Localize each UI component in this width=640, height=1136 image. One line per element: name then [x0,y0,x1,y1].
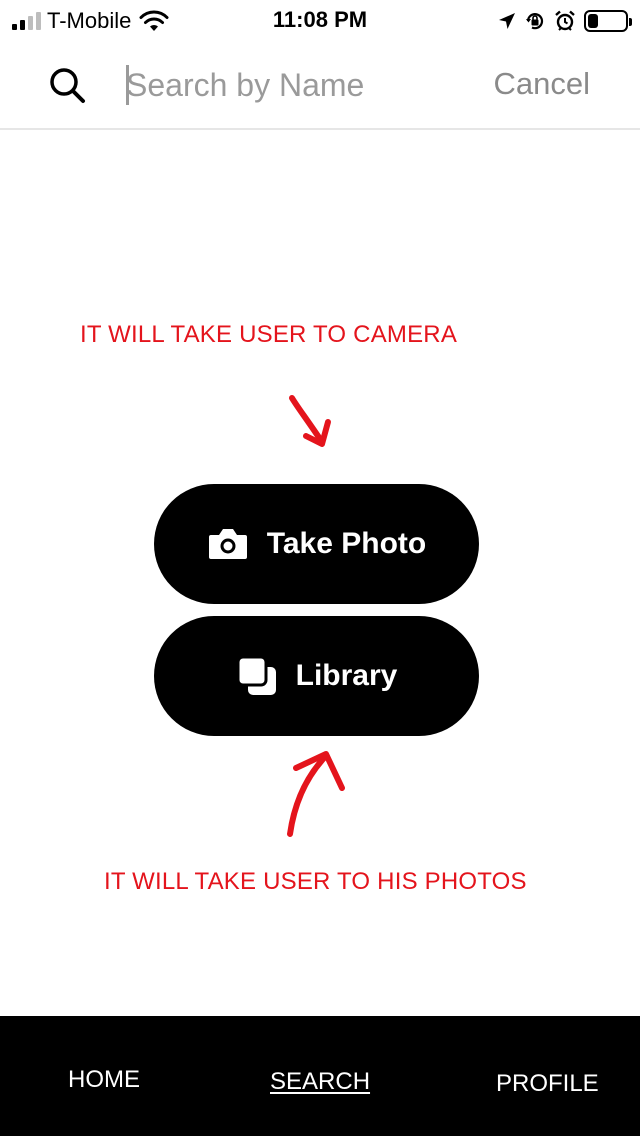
photo-search-screen: T-Mobile 11:08 PM Search by Name Cancel … [0,0,640,1136]
cancel-button[interactable]: Cancel [494,66,591,102]
tab-home[interactable]: HOME [68,1066,140,1094]
library-icon [236,655,276,695]
take-photo-button[interactable]: Take Photo [154,484,479,604]
up-arrow-annotation [287,751,345,837]
library-label: Library [295,659,398,692]
status-right [498,8,632,34]
tab-search[interactable]: SEARCH [270,1068,370,1096]
tab-profile[interactable]: PROFILE [496,1070,599,1098]
photos-annotation: IT WILL TAKE USER TO HIS PHOTOS [104,868,527,895]
search-input[interactable] [126,62,456,108]
battery-icon [584,10,632,32]
down-arrow-annotation [289,395,331,447]
search-bar: Cancel [0,40,640,130]
alarm-icon [555,10,575,31]
location-icon [499,13,515,29]
bottom-tab-bar: HOME SEARCH PROFILE [0,1016,640,1136]
library-button[interactable]: Library [154,616,479,736]
search-icon[interactable] [48,66,86,104]
camera-icon [208,529,247,559]
status-bar: T-Mobile 11:08 PM [0,0,640,40]
camera-annotation: IT WILL TAKE USER TO CAMERA [80,321,458,348]
take-photo-label: Take Photo [266,527,427,560]
orientation-lock-icon [526,13,544,30]
